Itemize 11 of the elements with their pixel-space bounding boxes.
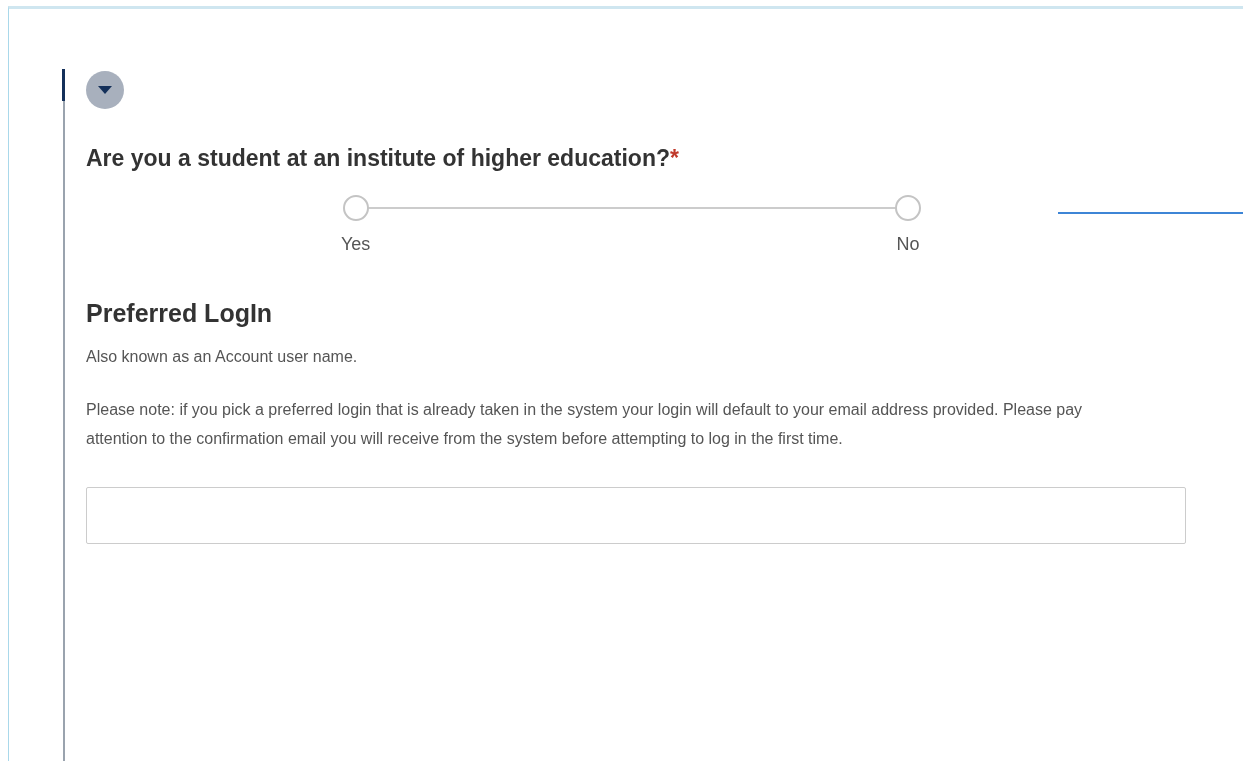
collapse-toggle[interactable] xyxy=(86,71,124,109)
option-label: No xyxy=(896,233,920,256)
section-heading: Preferred LogIn xyxy=(86,298,274,329)
note-text: Please note: if you pick a preferred login that is already taken in the system your login will default to your email address provided. Please pay attention to the confirmation email you will receive from the system before attempting to log in the first time. xyxy=(86,399,1084,449)
caret-icon xyxy=(98,85,112,95)
option-label: Yes xyxy=(341,233,371,256)
subtitle-text: Also known as an Account user name. xyxy=(86,346,359,367)
question-text: Are you a student at an institute of higher education?* xyxy=(86,144,680,173)
login-input-field[interactable] xyxy=(86,486,1186,544)
radio-button[interactable] xyxy=(895,195,921,221)
radio-button[interactable] xyxy=(342,195,369,221)
